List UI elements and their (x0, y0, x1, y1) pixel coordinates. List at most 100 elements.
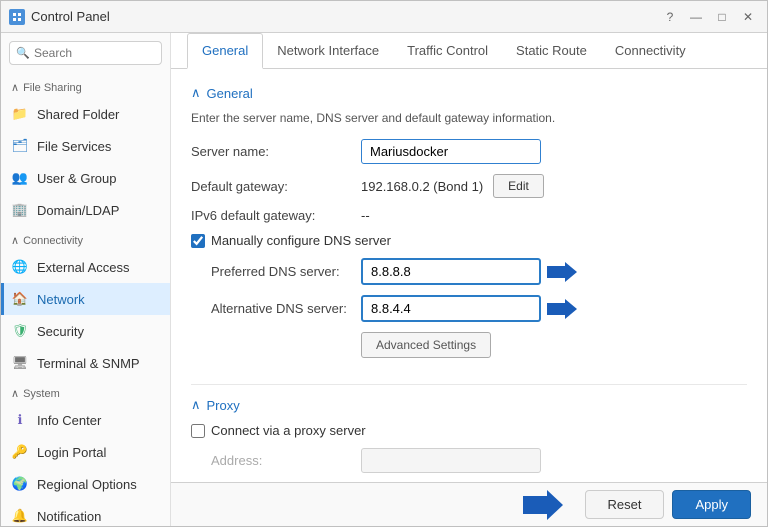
sidebar-item-label-login-portal: Login Portal (37, 445, 106, 460)
tab-traffic-control[interactable]: Traffic Control (393, 33, 502, 69)
apply-arrow-indicator (523, 490, 563, 520)
main-area: 🔍 ∧ File Sharing 📁 Shared Folder 🗂 File … (1, 33, 767, 526)
general-chevron-icon: ∧ (191, 85, 201, 101)
alternative-dns-input[interactable] (361, 295, 541, 322)
server-name-row: Server name: (191, 139, 747, 164)
tab-bar: General Network Interface Traffic Contro… (171, 33, 767, 69)
proxy-section-label: Proxy (207, 398, 240, 413)
default-gateway-value: 192.168.0.2 (Bond 1) (361, 179, 483, 194)
content-body: ∧ General Enter the server name, DNS ser… (171, 69, 767, 482)
proxy-connect-row: Connect via a proxy server (191, 423, 747, 438)
proxy-address-label: Address: (191, 453, 361, 468)
shared-folder-icon: 📁 (11, 105, 29, 123)
section-arrow-connectivity: ∧ (11, 234, 19, 247)
sidebar-item-info-center[interactable]: ℹ Info Center (1, 404, 170, 436)
titlebar: Control Panel ? — □ ✕ (1, 1, 767, 33)
advanced-settings-button[interactable]: Advanced Settings (361, 332, 491, 358)
search-input[interactable] (9, 41, 162, 65)
sidebar-item-label-regional-options: Regional Options (37, 477, 137, 492)
sidebar-item-label-network: Network (37, 292, 85, 307)
sidebar-item-external-access[interactable]: 🌐 External Access (1, 251, 170, 283)
terminal-icon: 🖥 (11, 354, 29, 372)
ipv6-gateway-value: -- (361, 208, 370, 223)
preferred-dns-label: Preferred DNS server: (191, 264, 361, 279)
sidebar-item-label-domain-ldap: Domain/LDAP (37, 203, 119, 218)
manually-dns-row: Manually configure DNS server (191, 233, 747, 248)
security-icon: 🛡 (11, 322, 29, 340)
help-button[interactable]: ? (659, 6, 681, 28)
proxy-connect-checkbox[interactable] (191, 424, 205, 438)
preferred-dns-row: Preferred DNS server: (191, 258, 747, 285)
window-controls: ? — □ ✕ (659, 6, 759, 28)
sidebar-item-label-user-group: User & Group (37, 171, 116, 186)
proxy-address-row: Address: (191, 448, 747, 473)
file-services-icon: 🗂 (11, 137, 29, 155)
alternative-dns-row: Alternative DNS server: (191, 295, 747, 322)
server-name-input[interactable] (361, 139, 541, 164)
domain-ldap-icon: 🏢 (11, 201, 29, 219)
tab-general[interactable]: General (187, 33, 263, 69)
section-label-connectivity: ∧ Connectivity (1, 226, 170, 251)
sidebar-item-domain-ldap[interactable]: 🏢 Domain/LDAP (1, 194, 170, 226)
general-section-label: General (207, 86, 253, 101)
ipv6-gateway-label: IPv6 default gateway: (191, 208, 361, 223)
notification-icon: 🔔 (11, 507, 29, 525)
footer: Reset Apply (171, 482, 767, 526)
default-gateway-label: Default gateway: (191, 179, 361, 194)
manually-dns-checkbox[interactable] (191, 234, 205, 248)
sidebar-item-label-notification: Notification (37, 509, 101, 524)
tab-connectivity[interactable]: Connectivity (601, 33, 700, 69)
proxy-address-input[interactable] (361, 448, 541, 473)
sidebar-item-shared-folder[interactable]: 📁 Shared Folder (1, 98, 170, 130)
external-access-icon: 🌐 (11, 258, 29, 276)
minimize-button[interactable]: — (685, 6, 707, 28)
section-arrow-file-sharing: ∧ (11, 81, 19, 94)
section-label-file-sharing: ∧ File Sharing (1, 73, 170, 98)
proxy-connect-label: Connect via a proxy server (211, 423, 366, 438)
section-divider (191, 384, 747, 385)
control-panel-window: Control Panel ? — □ ✕ 🔍 ∧ File Sharing (0, 0, 768, 527)
sidebar-item-regional-options[interactable]: 🌍 Regional Options (1, 468, 170, 500)
manually-dns-label: Manually configure DNS server (211, 233, 391, 248)
sidebar-item-label-info-center: Info Center (37, 413, 101, 428)
user-group-icon: 👥 (11, 169, 29, 187)
maximize-button[interactable]: □ (711, 6, 733, 28)
apply-button[interactable]: Apply (672, 490, 751, 519)
tab-static-route[interactable]: Static Route (502, 33, 601, 69)
sidebar-item-notification[interactable]: 🔔 Notification (1, 500, 170, 526)
login-portal-icon: 🔑 (11, 443, 29, 461)
content-area: General Network Interface Traffic Contro… (171, 33, 767, 526)
network-icon: 🏠 (11, 290, 29, 308)
preferred-dns-arrow (547, 262, 577, 282)
sidebar-item-user-group[interactable]: 👥 User & Group (1, 162, 170, 194)
section-label-system: ∧ System (1, 379, 170, 404)
edit-gateway-button[interactable]: Edit (493, 174, 544, 198)
sidebar-item-file-services[interactable]: 🗂 File Services (1, 130, 170, 162)
sidebar-item-login-portal[interactable]: 🔑 Login Portal (1, 436, 170, 468)
app-icon (9, 9, 25, 25)
sidebar-item-security[interactable]: 🛡 Security (1, 315, 170, 347)
sidebar-item-label-security: Security (37, 324, 84, 339)
window-title: Control Panel (31, 9, 110, 24)
sidebar-item-label-external-access: External Access (37, 260, 130, 275)
sidebar-item-label-terminal-snmp: Terminal & SNMP (37, 356, 140, 371)
general-section-header[interactable]: ∧ General (191, 85, 747, 101)
info-center-icon: ℹ (11, 411, 29, 429)
close-button[interactable]: ✕ (737, 6, 759, 28)
ipv6-gateway-row: IPv6 default gateway: -- (191, 208, 747, 223)
proxy-section: ∧ Proxy Connect via a proxy server Addre… (191, 397, 747, 482)
tab-network-interface[interactable]: Network Interface (263, 33, 393, 69)
sidebar-item-label-file-services: File Services (37, 139, 111, 154)
search-icon: 🔍 (16, 47, 30, 60)
sidebar-item-label-shared-folder: Shared Folder (37, 107, 119, 122)
preferred-dns-input[interactable] (361, 258, 541, 285)
proxy-section-header[interactable]: ∧ Proxy (191, 397, 747, 413)
sidebar-search-area: 🔍 (1, 33, 170, 73)
sidebar-item-terminal-snmp[interactable]: 🖥 Terminal & SNMP (1, 347, 170, 379)
alternative-dns-arrow (547, 299, 577, 319)
default-gateway-row: Default gateway: 192.168.0.2 (Bond 1) Ed… (191, 174, 747, 198)
reset-button[interactable]: Reset (585, 490, 665, 519)
sidebar-item-network[interactable]: 🏠 Network (1, 283, 170, 315)
titlebar-left: Control Panel (9, 9, 110, 25)
regional-options-icon: 🌍 (11, 475, 29, 493)
